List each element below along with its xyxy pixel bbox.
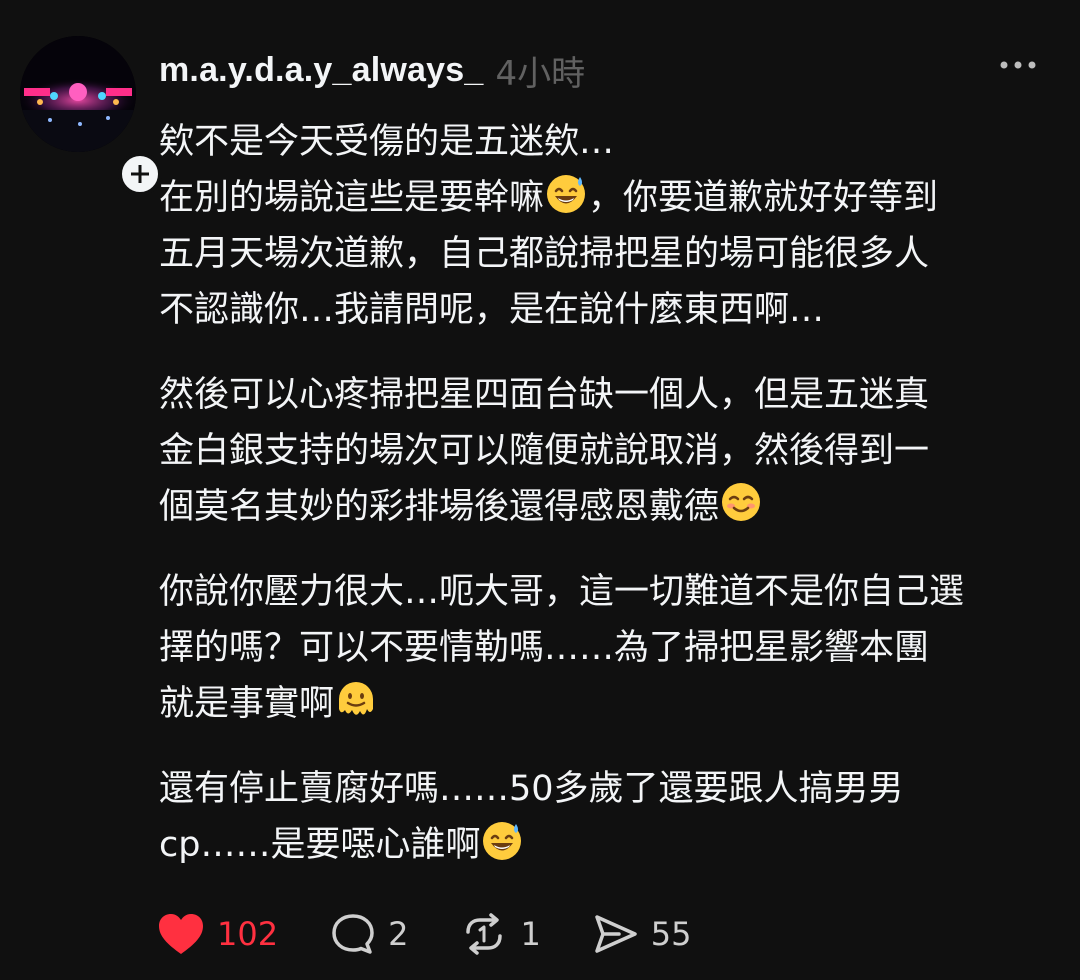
post-text-line: 在別的場說這些是要幹嘛 ，你要道歉就好好等到 bbox=[159, 175, 939, 218]
post-text-line: 你說你壓力很大…呃大哥，這一切難道不是你自己選 bbox=[159, 572, 964, 612]
timestamp: 4小時 bbox=[495, 53, 586, 94]
heart-icon bbox=[159, 914, 203, 954]
post-text: 個莫名其妙的彩排場後還得感恩戴德 bbox=[159, 487, 720, 527]
post-text: 五月天場次道歉，自己都說掃把星的場可能很多人 bbox=[159, 234, 930, 274]
post-text-line: 擇的嗎？可以不要情勒嗎……為了掃把星影響本團 bbox=[159, 628, 929, 668]
post-text: 不認識你…我請問呢，是在說什麼東西啊… bbox=[159, 290, 825, 330]
post-text: 擇的嗎？可以不要情勒嗎……為了掃把星影響本團 bbox=[159, 628, 930, 668]
post-text: 欸不是今天受傷的是五迷欸… bbox=[159, 122, 615, 162]
sweat-smile-emoji bbox=[544, 175, 588, 218]
post-text-line: 金白銀支持的場次可以隨便就說取消，然後得到一 bbox=[159, 431, 929, 471]
more-options-button[interactable] bbox=[996, 50, 1040, 80]
sweat-smile-emoji bbox=[480, 822, 524, 865]
post-text: 金白銀支持的場次可以隨便就說取消，然後得到一 bbox=[159, 431, 930, 471]
post-paragraph: 然後可以心疼掃把星四面台缺一個人，但是五迷真 金白銀支持的場次可以隨便就說取消，然… bbox=[159, 367, 1059, 535]
melting-face-emoji bbox=[334, 682, 378, 724]
avatar-container[interactable] bbox=[20, 36, 162, 196]
post-text: 你說你壓力很大…呃大哥，這一切難道不是你自己選 bbox=[159, 572, 965, 612]
post-text-line: 五月天場次道歉，自己都說掃把星的場可能很多人 bbox=[159, 234, 929, 274]
repost-icon bbox=[466, 913, 503, 955]
share-button[interactable]: 55 bbox=[593, 912, 692, 956]
comment-icon bbox=[332, 914, 374, 954]
like-button[interactable]: 102 bbox=[157, 912, 278, 956]
post-paragraph: 欸不是今天受傷的是五迷欸… 在別的場說這些是要幹嘛 ，你要道歉就好好等到五月天場次道… bbox=[159, 114, 1059, 338]
smiling-blush-emoji bbox=[719, 483, 763, 527]
post-text-line: 然後可以心疼掃把星四面台缺一個人，但是五迷真 bbox=[159, 375, 929, 415]
comment-count: 2 bbox=[388, 915, 409, 953]
repost-button[interactable]: 1 bbox=[460, 912, 541, 956]
post-text: 還有停止賣腐好嗎……50多歲了還要跟人搞男男 bbox=[159, 769, 904, 809]
repost-count: 1 bbox=[520, 915, 541, 953]
post-body: 欸不是今天受傷的是五迷欸… 在別的場說這些是要幹嘛 ，你要道歉就好好等到五月天場次道… bbox=[159, 114, 1059, 902]
comment-button[interactable]: 2 bbox=[330, 912, 408, 956]
post-text: 然後可以心疼掃把星四面台缺一個人，但是五迷真 bbox=[159, 375, 930, 415]
username[interactable]: m.a.y.d.a.y_always_ bbox=[159, 51, 484, 90]
post-text-line: 還有停止賣腐好嗎……50多歲了還要跟人搞男男 bbox=[159, 769, 904, 809]
post-text-line: 就是事實啊 bbox=[159, 682, 378, 724]
more-dots-icon bbox=[1000, 61, 1036, 69]
follow-button[interactable] bbox=[118, 152, 162, 196]
post-actions: 102 2 1 55 bbox=[157, 904, 744, 964]
post-text: 在別的場說這些是要幹嘛 bbox=[159, 178, 545, 218]
post-text: cp……是要噁心誰啊 bbox=[159, 825, 481, 865]
post-text-line: 個莫名其妙的彩排場後還得感恩戴德 bbox=[159, 483, 763, 527]
plus-icon bbox=[131, 165, 149, 183]
like-count: 102 bbox=[217, 915, 279, 953]
post-text: ，你要道歉就好好等到 bbox=[588, 178, 939, 218]
post-header: m.a.y.d.a.y_always_ 4小時 bbox=[159, 46, 585, 94]
post-text-line: cp……是要噁心誰啊 bbox=[159, 822, 524, 865]
post-paragraph: 還有停止賣腐好嗎……50多歲了還要跟人搞男男 cp……是要噁心誰啊 bbox=[159, 761, 1059, 873]
avatar-concert-image bbox=[20, 36, 136, 152]
share-count: 55 bbox=[650, 915, 692, 953]
post-text: 就是事實啊 bbox=[159, 684, 335, 724]
post-text-line: 欸不是今天受傷的是五迷欸… bbox=[159, 122, 614, 162]
send-icon bbox=[595, 915, 637, 953]
post-text-line: 不認識你…我請問呢，是在說什麼東西啊… bbox=[159, 290, 824, 330]
avatar[interactable] bbox=[20, 36, 136, 152]
post-paragraph: 你說你壓力很大…呃大哥，這一切難道不是你自己選 擇的嗎？可以不要情勒嗎……為了掃把… bbox=[159, 564, 1059, 732]
